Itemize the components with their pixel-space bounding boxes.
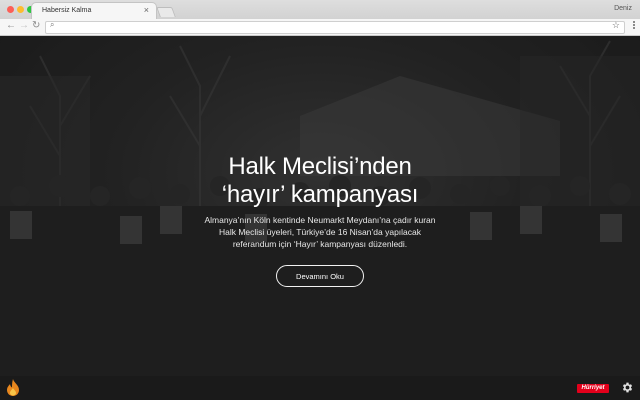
summary-line-2: Halk Meclisi üyeleri, Türkiye’de 16 Nisa… <box>218 227 422 237</box>
tab-close-icon[interactable]: × <box>144 5 149 15</box>
tab-title: Habersiz Kalma <box>42 7 92 14</box>
window-minimize-button[interactable] <box>17 6 24 13</box>
new-tab-button[interactable] <box>156 7 176 17</box>
reload-icon[interactable]: ↻ <box>32 20 40 31</box>
summary-line-1: Almanya’nın Köln kentinde Neumarkt Meyda… <box>204 215 436 225</box>
summary-line-3: referandum için ‘Hayır’ kampanyası düzen… <box>232 239 408 249</box>
browser-tab-active[interactable]: Habersiz Kalma × <box>32 3 156 19</box>
footer-bar: Hürriyet <box>0 376 640 400</box>
forward-arrow-icon[interactable]: → <box>19 20 29 31</box>
gear-icon[interactable] <box>621 381 634 394</box>
browser-tab-bar: Habersiz Kalma × Deniz <box>0 0 640 19</box>
fire-icon[interactable] <box>6 379 20 396</box>
browser-toolbar: ← → ↻ ⌕ ☆ <box>0 19 640 36</box>
back-arrow-icon[interactable]: ← <box>6 20 16 31</box>
window-close-button[interactable] <box>7 6 14 13</box>
profile-name[interactable]: Deniz <box>614 5 632 12</box>
search-icon: ⌕ <box>50 20 55 29</box>
hurriyet-logo[interactable]: Hürriyet <box>577 384 609 393</box>
headline-line-2: ‘hayır’ kampanyası <box>221 181 419 208</box>
address-bar[interactable]: ⌕ ☆ <box>45 20 625 34</box>
read-more-button[interactable]: Devamını Oku <box>276 265 364 287</box>
news-hero-background: Halk Meclisi’nden ‘hayır’ kampanyası Alm… <box>0 36 640 376</box>
bookmark-star-icon[interactable]: ☆ <box>612 20 620 31</box>
browser-menu-icon[interactable] <box>633 21 636 30</box>
headline-line-1: Halk Meclisi’nden <box>228 153 412 180</box>
